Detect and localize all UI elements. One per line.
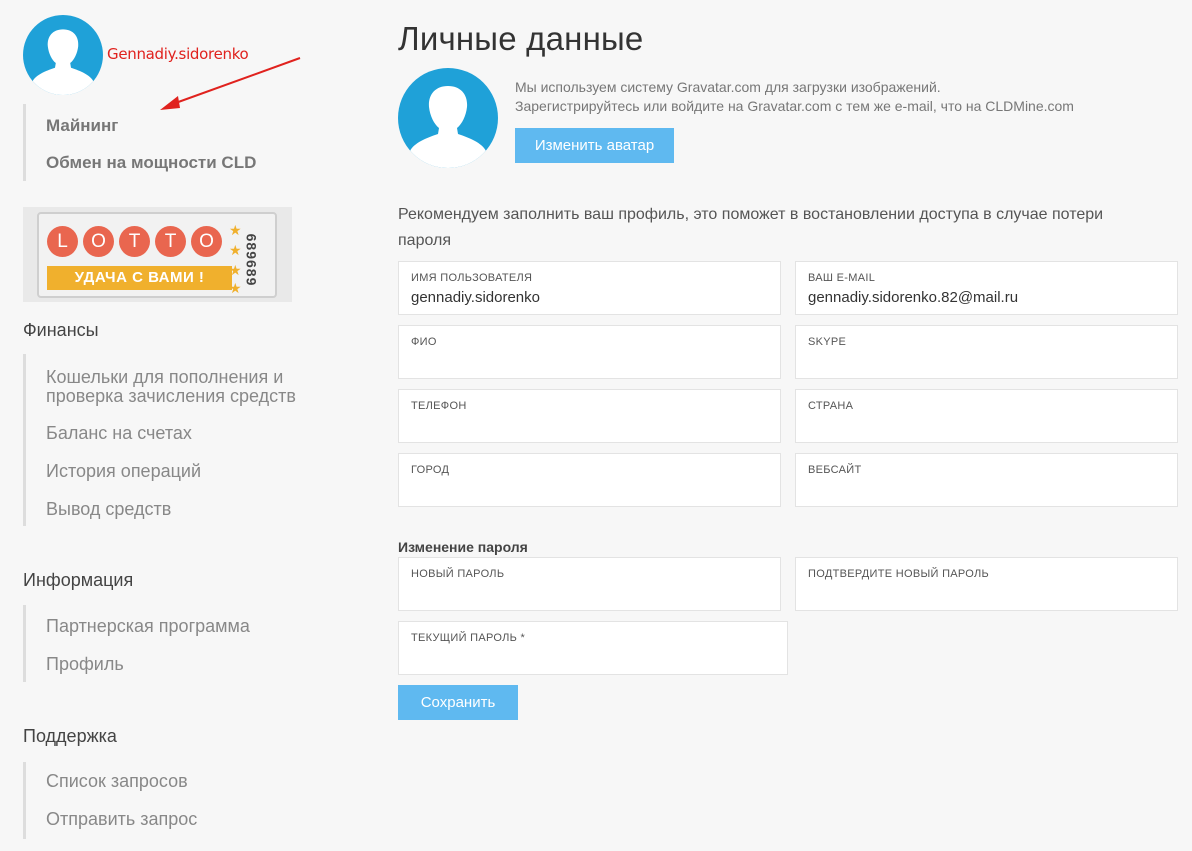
save-button[interactable]: Сохранить — [398, 685, 518, 720]
field-label: Имя пользователя — [411, 272, 533, 284]
lotto-ball: O — [83, 226, 114, 257]
lotto-number: 689689 — [243, 233, 260, 287]
country-field[interactable]: Страна — [795, 389, 1178, 443]
website-field[interactable]: Вебсайт — [795, 453, 1178, 507]
password-section-title: Изменение пароля — [398, 539, 528, 555]
lotto-ball: T — [155, 226, 186, 257]
gravatar-line: Мы используем систему Gravatar.com для з… — [515, 79, 941, 95]
field-label: Подтвердите новый пароль — [808, 568, 990, 580]
user-avatar[interactable] — [23, 15, 103, 95]
recommend-text: Рекомендуем заполнить ваш профиль, это п… — [398, 206, 1104, 249]
lotto-ball: T — [119, 226, 150, 257]
gravatar-line: Зарегистрируйтесь или войдите на Gravata… — [515, 98, 1074, 114]
menu-item-profile[interactable]: Профиль — [26, 655, 124, 674]
phone-input[interactable] — [411, 417, 766, 434]
menu-item-withdraw[interactable]: Вывод средств — [26, 500, 171, 519]
menu-item-mining[interactable]: Майнинг — [26, 116, 118, 135]
city-field[interactable]: Город — [398, 453, 781, 507]
finance-menu: Кошельки для пополнения и проверка зачис… — [23, 354, 296, 526]
section-title-support: Поддержка — [23, 726, 117, 746]
confirm-password-input[interactable] — [808, 585, 1163, 602]
page-title: Личные данные — [398, 20, 644, 57]
field-label: Ваш E-mail — [808, 272, 876, 284]
support-menu: Список запросов Отправить запрос — [23, 762, 197, 839]
lotto-ball: L — [47, 226, 78, 257]
website-input[interactable] — [808, 481, 1163, 498]
field-label: ФИО — [411, 336, 437, 348]
lotto-ribbon: УДАЧА С ВАМИ ! — [47, 266, 232, 290]
field-label: Текущий пароль * — [411, 632, 526, 644]
skype-input[interactable] — [808, 353, 1163, 370]
star-icon: ★ — [229, 242, 242, 258]
fio-field[interactable]: ФИО — [398, 325, 781, 379]
menu-item-send-request[interactable]: Отправить запрос — [26, 810, 197, 829]
lotto-banner[interactable]: L O T T O УДАЧА С ВАМИ ! ★ ★ ★ ★ 689689 — [23, 207, 292, 302]
confirm-password-field[interactable]: Подтвердите новый пароль — [795, 557, 1178, 611]
current-password-field[interactable]: Текущий пароль * — [398, 621, 788, 675]
sidebar: Gennadiy.sidorenko Майнинг Обмен на мощн… — [0, 0, 360, 851]
main-menu: Майнинг Обмен на мощности CLD — [23, 104, 256, 181]
menu-item-requests[interactable]: Список запросов — [26, 772, 188, 791]
menu-item-partner[interactable]: Партнерская программа — [26, 617, 250, 636]
field-label: Skype — [808, 336, 847, 348]
lotto-ticket: L O T T O УДАЧА С ВАМИ ! ★ ★ ★ ★ 689689 — [37, 212, 277, 298]
email-field[interactable]: Ваш E-mail — [795, 261, 1178, 315]
info-menu: Партнерская программа Профиль — [23, 605, 250, 682]
city-input[interactable] — [411, 481, 766, 498]
skype-field[interactable]: Skype — [795, 325, 1178, 379]
country-input[interactable] — [808, 417, 1163, 434]
menu-item-balance[interactable]: Баланс на счетах — [26, 424, 192, 443]
field-label: Телефон — [411, 400, 467, 412]
menu-item-wallets[interactable]: Кошельки для пополнения и проверка зачис… — [26, 368, 316, 406]
star-icon: ★ — [229, 222, 242, 238]
field-label: Вебсайт — [808, 464, 862, 476]
current-password-input[interactable] — [411, 649, 766, 666]
change-avatar-button[interactable]: Изменить аватар — [515, 128, 674, 163]
new-password-field[interactable]: Новый пароль — [398, 557, 781, 611]
fio-input[interactable] — [411, 353, 766, 370]
lotto-ball: O — [191, 226, 222, 257]
user-silhouette-icon — [30, 29, 96, 95]
star-icon: ★ — [229, 280, 242, 296]
section-title-finance: Финансы — [23, 320, 99, 340]
new-password-input[interactable] — [411, 585, 766, 602]
star-icon: ★ — [229, 262, 242, 278]
gravatar-info: Мы используем систему Gravatar.com для з… — [515, 78, 1074, 116]
profile-avatar — [398, 68, 498, 168]
field-label: Страна — [808, 400, 854, 412]
red-arrow-icon — [160, 57, 301, 110]
section-title-info: Информация — [23, 570, 134, 590]
field-label: Город — [411, 464, 450, 476]
menu-item-history[interactable]: История операций — [26, 462, 201, 481]
menu-item-cld-exchange[interactable]: Обмен на мощности CLD — [26, 153, 256, 172]
email-input[interactable] — [808, 289, 1163, 306]
field-label: Новый пароль — [411, 568, 505, 580]
username-field[interactable]: Имя пользователя — [398, 261, 781, 315]
user-silhouette-icon — [407, 86, 489, 168]
phone-field[interactable]: Телефон — [398, 389, 781, 443]
username-input[interactable] — [411, 289, 766, 306]
